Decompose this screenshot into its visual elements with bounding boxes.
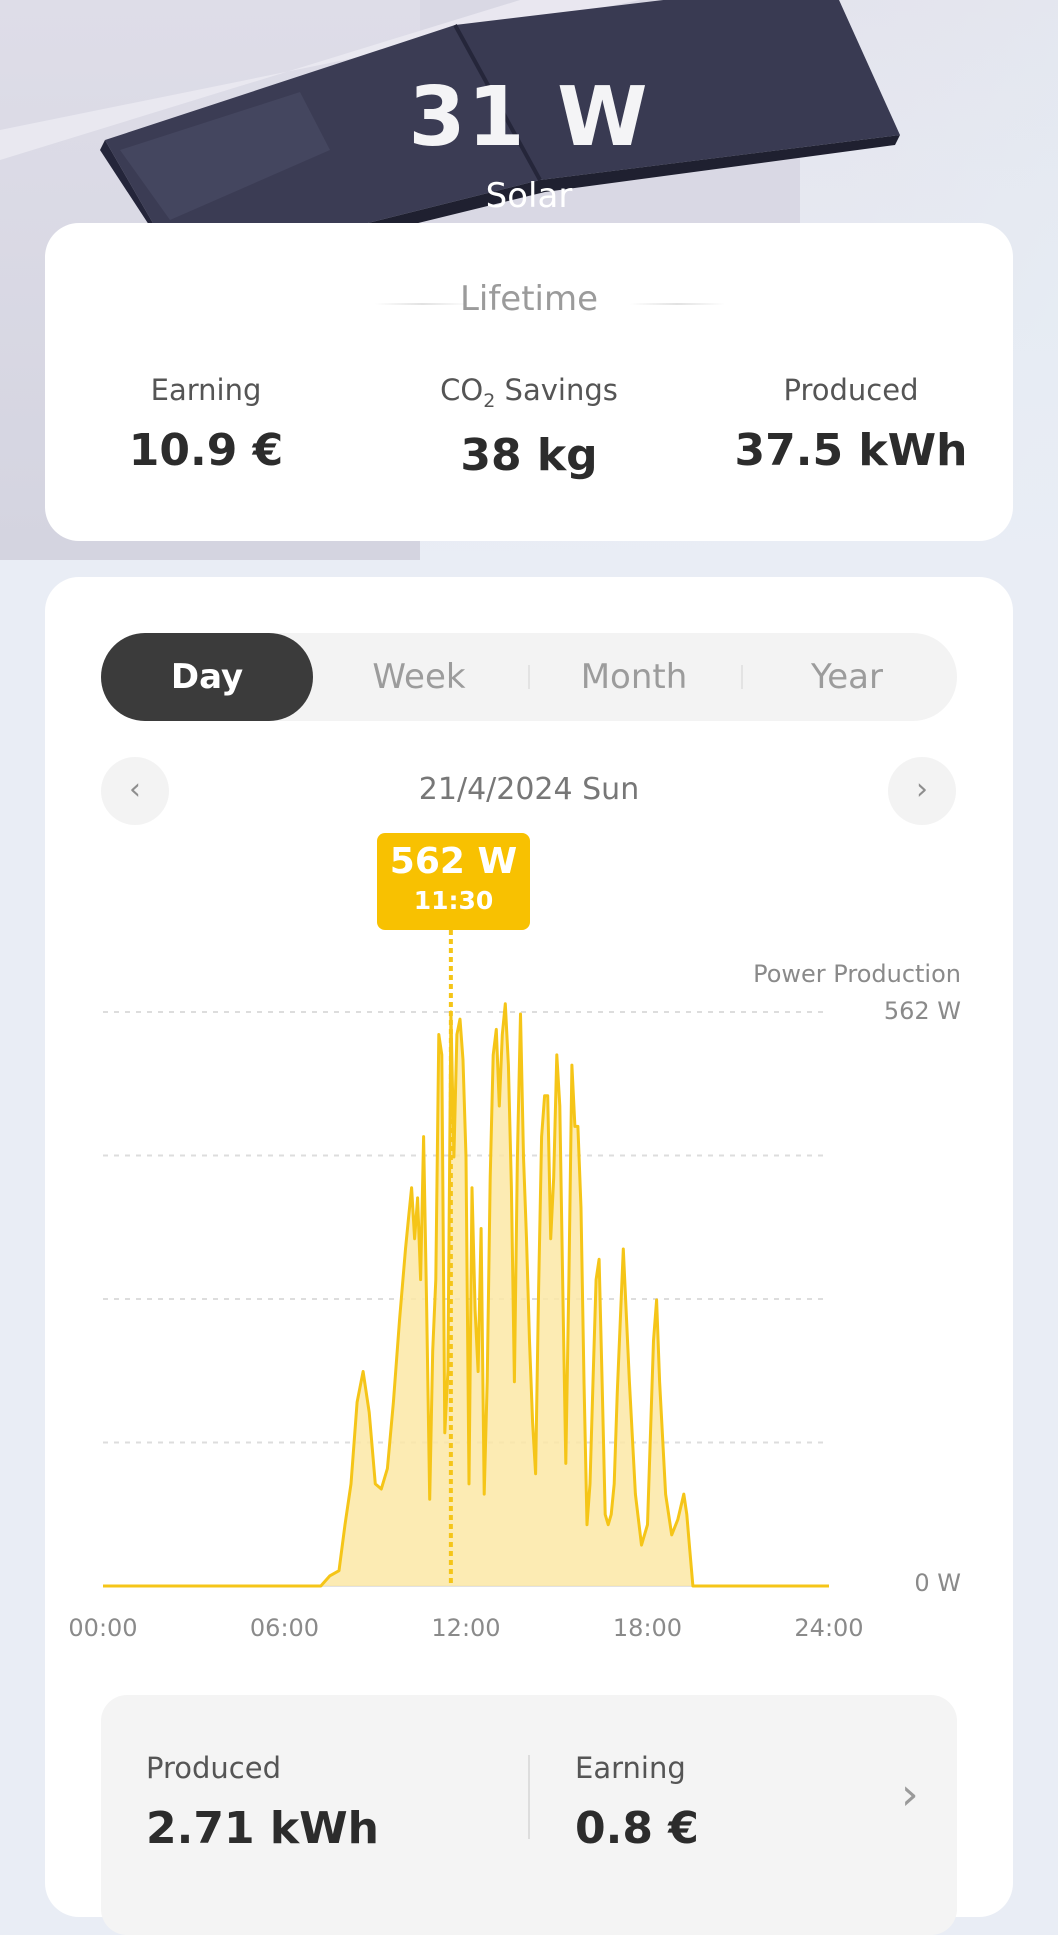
power-chart[interactable]: Power Production 562 W 0 W 00:00 06:00 12:00 1… bbox=[45, 577, 1013, 1677]
stat-value: 10.9 € bbox=[128, 425, 284, 476]
lifetime-co2-savings: CO2 Savings 38 kg bbox=[379, 373, 679, 481]
divider bbox=[630, 303, 725, 305]
chart-x-tick-label: 12:00 bbox=[431, 1614, 500, 1642]
stat-label-suffix: Savings bbox=[495, 373, 618, 407]
tooltip-time: 11:30 bbox=[413, 886, 494, 915]
tooltip-value: 562 W bbox=[389, 841, 518, 882]
summary-value: 0.8 € bbox=[575, 1803, 699, 1854]
hero: 31 W Solar bbox=[0, 0, 1058, 225]
stat-label: Produced bbox=[783, 373, 919, 407]
summary-label: Earning bbox=[575, 1751, 686, 1785]
divider bbox=[528, 1755, 530, 1839]
stat-label: Earning bbox=[150, 373, 262, 407]
lifetime-earning: Earning 10.9 € bbox=[56, 373, 356, 476]
chart-x-tick-label: 24:00 bbox=[794, 1614, 863, 1642]
summary-value: 2.71 kWh bbox=[146, 1803, 379, 1854]
lifetime-card: Lifetime Earning 10.9 € CO2 Savings 38 k… bbox=[45, 223, 1013, 541]
chart-ymin-label: 0 W bbox=[914, 1569, 961, 1597]
current-power-value: 31 W bbox=[408, 70, 650, 165]
stat-value: 38 kg bbox=[460, 429, 598, 481]
stat-label-sub: 2 bbox=[483, 389, 496, 412]
day-summary[interactable]: Produced 2.71 kWh Earning 0.8 € › bbox=[101, 1695, 957, 1935]
chevron-right-icon[interactable]: › bbox=[901, 1769, 919, 1820]
chart-x-tick-label: 00:00 bbox=[68, 1614, 137, 1642]
day-produced: Produced 2.71 kWh bbox=[146, 1751, 379, 1854]
stat-label-prefix: CO bbox=[440, 373, 484, 407]
current-power-label: Solar bbox=[485, 176, 573, 216]
stat-value: 37.5 kWh bbox=[734, 425, 968, 476]
lifetime-title: Lifetime bbox=[459, 279, 599, 319]
chart-x-tick-label: 06:00 bbox=[250, 1614, 319, 1642]
chart-ymax-label: 562 W bbox=[884, 997, 961, 1025]
production-card: Day Week Month Year ‹ 21/4/2024 Sun › Po… bbox=[45, 577, 1013, 1935]
summary-label: Produced bbox=[146, 1751, 281, 1785]
chart-x-tick-label: 18:00 bbox=[613, 1614, 682, 1642]
lifetime-produced: Produced 37.5 kWh bbox=[701, 373, 1001, 476]
stat-label: CO2 Savings bbox=[379, 373, 679, 412]
day-earning: Earning 0.8 € bbox=[575, 1751, 699, 1854]
chart-tooltip: 562 W 11:30 bbox=[377, 833, 530, 930]
chart-series-label: Power Production bbox=[753, 960, 961, 988]
